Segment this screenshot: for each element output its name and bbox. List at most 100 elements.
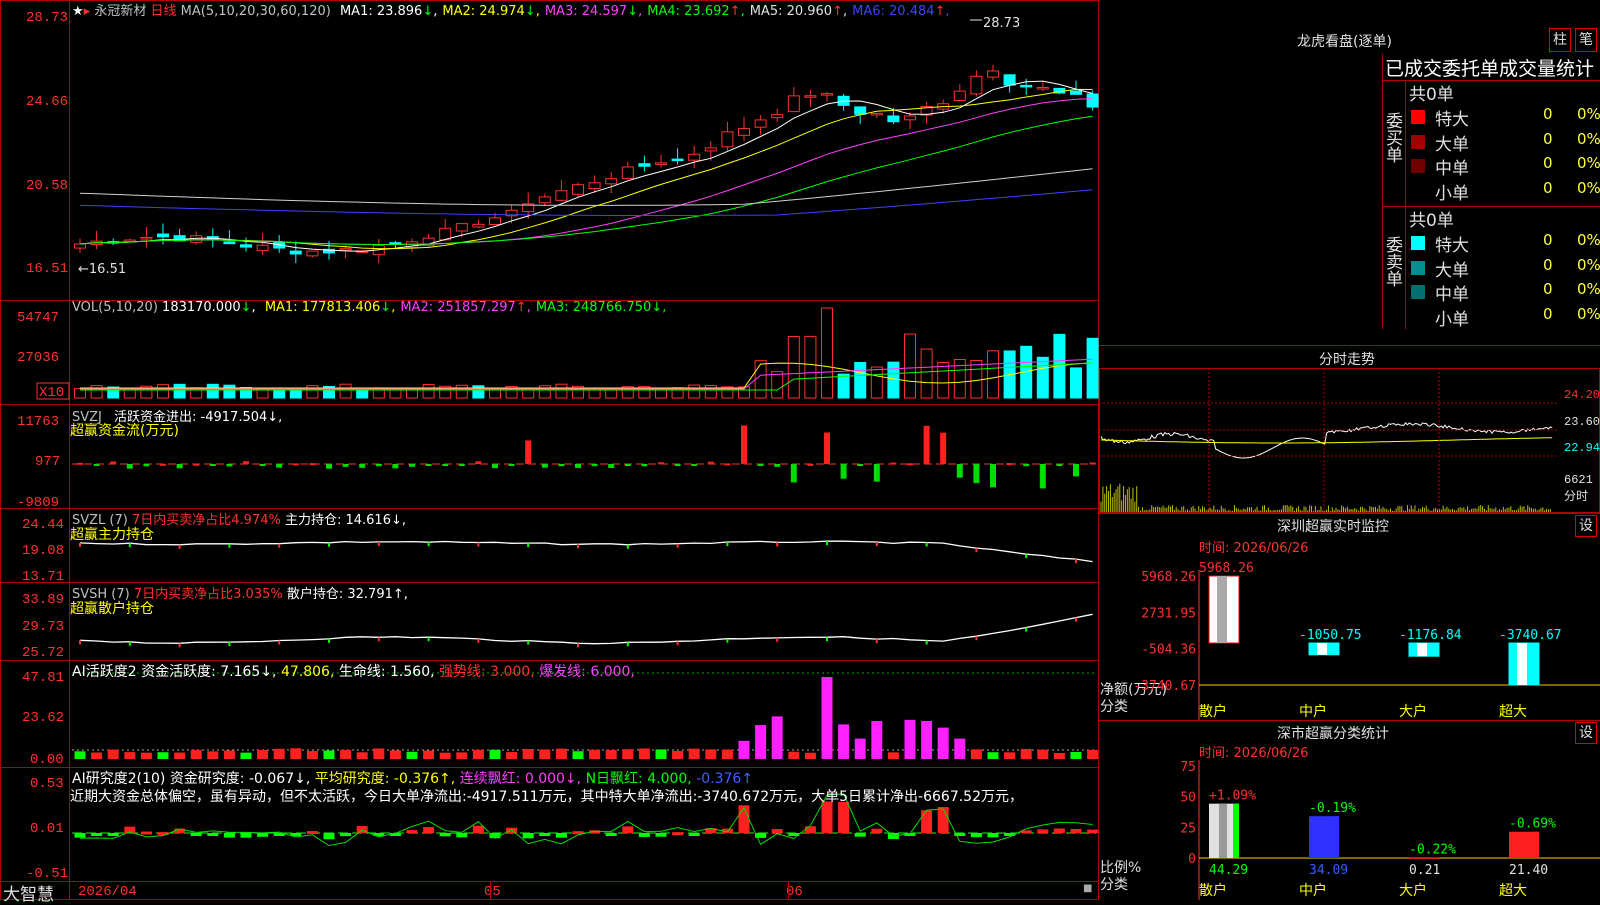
tick-mark (875, 542, 878, 547)
tick-mark (626, 642, 629, 647)
activity-bar (1053, 752, 1065, 759)
candle-body (655, 162, 667, 165)
candle-body (190, 235, 203, 243)
flow-bar (442, 464, 449, 466)
flow-bar (658, 462, 664, 465)
vol-y-label: 27036 (17, 350, 59, 366)
svsh-text2: 散户持仓: 32.791↑, (286, 587, 408, 602)
activity-bar (804, 752, 816, 759)
candle-body (904, 115, 916, 121)
flow-bar (259, 464, 266, 466)
candle-body (1003, 74, 1016, 86)
activity-bar (838, 724, 850, 759)
lock-icon[interactable]: ■ (1083, 883, 1092, 894)
stock-name[interactable]: 永冠新材 (94, 4, 146, 19)
activity-bar (140, 752, 152, 759)
order-row: 小单 0 0% (1385, 305, 1600, 330)
arrow-down-icon: ↓ (380, 300, 392, 315)
ai1-y-label: 23.62 (22, 710, 64, 726)
intraday-y-label: 22.94 (1564, 441, 1600, 455)
flow-bar (890, 462, 897, 465)
research-bar (987, 833, 999, 838)
tick-mark (527, 543, 530, 548)
activity-bar (423, 750, 435, 759)
intraday-panel[interactable]: 分时走势 24.20 23.60 22.94 6621 分时 (1099, 345, 1600, 513)
order-type-label: 大单 (1435, 260, 1469, 281)
flow-bar (243, 461, 249, 464)
activity-bar (854, 738, 866, 759)
star-icon[interactable]: ★ (72, 4, 84, 19)
activity-bar (937, 727, 949, 759)
volume-bar (289, 388, 302, 399)
research-bar (456, 833, 468, 838)
order-count: 0 (1543, 154, 1553, 172)
flow-bar (641, 464, 648, 467)
activity-bar (207, 751, 219, 759)
flow-bar (575, 464, 581, 468)
research-bar (539, 833, 551, 836)
arrow-down-icon: ↓ (422, 4, 434, 19)
ma-lines-layer (79, 80, 1093, 252)
monitor-chart: 5968.26 2731.95 -504.36 -3740.67 5968.26 散户 -1… (1133, 561, 1600, 720)
ai2-header: AI研究度2(10) (72, 771, 166, 787)
activity-bar (472, 749, 484, 759)
indicator-value: MA2: 24.974 (442, 4, 525, 19)
classify-value-label: 44.29 (1209, 863, 1248, 878)
volume-bar (555, 383, 568, 399)
arrow-up-icon: ↑ (729, 4, 741, 19)
main-title-row: ★▸ 永冠新材 日线 MA(5,10,20,30,60,120) MA1: 23… (72, 0, 950, 19)
indicator-value: MA1: 177813.406 (264, 300, 381, 315)
color-swatch (1411, 260, 1425, 275)
ai2-y-label: 0.01 (30, 821, 64, 837)
tab-bi[interactable]: 笔 (1575, 28, 1597, 52)
research-bar (555, 833, 567, 838)
tick-mark (975, 548, 978, 553)
ma-line (79, 115, 1093, 246)
holding-line (79, 613, 1093, 645)
activity-bar (771, 716, 783, 759)
flow-bar (276, 464, 283, 468)
research-bar (406, 830, 418, 834)
activity-bar (904, 719, 916, 759)
brand-logo: 大智慧 (3, 885, 54, 905)
flow-bar (1039, 464, 1046, 489)
research-bar (688, 833, 700, 836)
chart-area[interactable]: 28.73 24.66 20.58 16.51 54747 27036 X10 … (0, 0, 1099, 905)
activity-bar (622, 749, 634, 759)
tick-mark (427, 542, 430, 547)
volume-bar (173, 383, 186, 399)
research-bar (605, 833, 617, 836)
intraday-y-label: 23.60 (1564, 415, 1600, 429)
activity-bar (107, 749, 119, 759)
activity-bar (323, 750, 335, 759)
period-label[interactable]: 日线 (150, 4, 176, 19)
volume-layer (74, 307, 1099, 399)
monitor-bar-shade (1517, 643, 1527, 685)
chart-svg[interactable]: 28.73 24.66 20.58 16.51 54747 27036 X10 … (0, 0, 1099, 900)
flow-bar (475, 461, 482, 464)
svsh-layer (79, 613, 1093, 648)
tab-zhu[interactable]: 柱 (1549, 28, 1571, 52)
monitor-category: 中户 (1299, 703, 1327, 720)
candle-body (289, 250, 302, 255)
intraday-chart[interactable]: 24.20 23.60 22.94 6621 分时 (1099, 368, 1600, 513)
activity-bar (539, 749, 551, 759)
activity-bar (439, 752, 451, 759)
research-bar (970, 833, 982, 838)
candle-body (223, 241, 236, 245)
ai1-title-row: AI活跃度2 资金活跃度: 7.165↓, 47.806, 生命线: 1.560… (72, 661, 635, 681)
flow-bar (1089, 462, 1096, 465)
sell-total: 共0单 (1409, 211, 1454, 231)
candle-body (472, 223, 485, 228)
activity-bar (240, 752, 252, 759)
candle-body (489, 217, 501, 226)
activity-bar (688, 748, 700, 759)
price-y-label: 24.66 (26, 94, 68, 110)
research-bar (672, 832, 684, 836)
ma-line (79, 168, 1093, 206)
activity-bar (522, 749, 534, 759)
flow-bar (790, 464, 797, 483)
color-swatch (1411, 183, 1425, 198)
candle-body (555, 190, 568, 201)
flow-bar (160, 463, 166, 466)
